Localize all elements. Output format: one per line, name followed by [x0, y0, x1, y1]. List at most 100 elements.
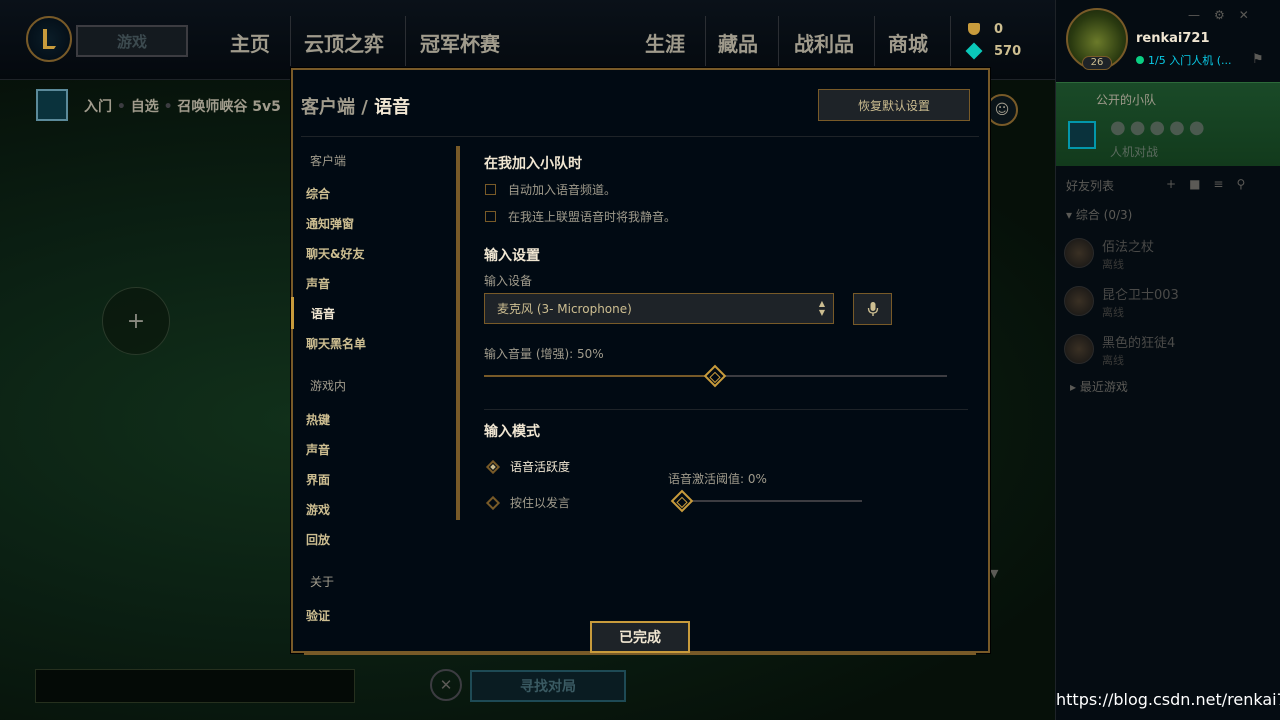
nav-profile[interactable]: 生涯 — [645, 28, 685, 57]
checkbox-box[interactable] — [485, 211, 496, 222]
title-current: 语音 — [374, 97, 411, 118]
friends-social-icon[interactable]: ☺ — [986, 94, 1018, 126]
sidebar-item-hotkeys[interactable]: 热键 — [306, 411, 330, 428]
mute-on-connect-checkbox[interactable]: 在我连上联盟语音时将我静音。 — [485, 208, 676, 225]
sidebar-item-replays[interactable]: 回放 — [306, 531, 330, 548]
nav-clash[interactable]: 冠军杯赛 — [420, 28, 500, 57]
nav-home[interactable]: 主页 — [230, 28, 270, 57]
status-text: 1/5 入门人机 (... — [1148, 54, 1232, 67]
friend-name: 黑色的狂徒4 — [1102, 336, 1176, 351]
microphone-test-button[interactable] — [853, 293, 892, 325]
sidebar-item-interface[interactable]: 界面 — [306, 471, 330, 488]
search-icon[interactable]: ⚲ — [1236, 177, 1258, 191]
sidebar-item-game[interactable]: 游戏 — [306, 501, 330, 518]
friends-list-title: 好友列表 — [1066, 179, 1115, 193]
nav-tft[interactable]: 云顶之弈 — [304, 28, 384, 57]
section-heading-input: 输入设置 — [484, 248, 540, 264]
sidebar-item-chat-friends[interactable]: 聊天&好友 — [306, 245, 364, 262]
auto-join-voice-checkbox[interactable]: 自动加入语音频道。 — [485, 181, 616, 198]
close-window-icon[interactable]: ✕ — [1239, 8, 1263, 22]
find-match-button[interactable]: 寻找对局 — [470, 670, 626, 702]
invite-slot-plus-icon[interactable]: + — [102, 287, 170, 355]
slider-fill — [484, 375, 716, 377]
slider-track — [674, 500, 862, 502]
currency-display[interactable]: 0 570 — [965, 18, 1022, 62]
watermark: https://blog.csdn.net/renkai721 — [1056, 690, 1280, 709]
slider-thumb[interactable] — [703, 364, 727, 388]
radio-label: 语音活跃度 — [510, 460, 571, 474]
rp-amount: 570 — [994, 43, 1022, 59]
dropdown-value: 麦克风 (3- Microphone) — [497, 302, 632, 316]
input-device-label: 输入设备 — [484, 274, 533, 288]
play-button[interactable]: 游戏 — [76, 25, 188, 57]
minimize-icon[interactable]: — — [1188, 8, 1214, 22]
find-match-group: ✕ 寻找对局 — [430, 667, 626, 705]
nav-collection[interactable]: 藏品 — [718, 28, 758, 57]
nav-store[interactable]: 商城 — [888, 28, 928, 57]
list-view-icon[interactable]: ≡ — [1213, 177, 1236, 191]
friend-group-header[interactable]: ▾ 综合 (0/3) — [1066, 206, 1132, 223]
friend-row[interactable]: 佰法之杖 离线 — [1062, 234, 1272, 278]
breadcrumb-item: 召唤师峡谷 5v5 — [177, 99, 281, 115]
slider-thumb[interactable] — [670, 489, 694, 513]
radio-label: 按住以发言 — [510, 496, 571, 510]
done-button[interactable]: 已完成 — [590, 621, 690, 653]
lobby-chat-input[interactable] — [35, 669, 355, 703]
sidebar-item-sound[interactable]: 声音 — [306, 275, 330, 292]
recent-games-header[interactable]: ▸ 最近游戏 — [1070, 378, 1128, 395]
sidebar-item-voice[interactable]: 语音 — [311, 305, 335, 322]
sidebar-item-verification[interactable]: 验证 — [306, 607, 330, 624]
friend-row[interactable]: 黑色的狂徒4 离线 — [1062, 330, 1272, 374]
close-icon[interactable]: ✕ — [430, 669, 462, 701]
friend-status: 离线 — [1102, 354, 1124, 367]
queue-map-icon — [36, 89, 68, 121]
nav-loot[interactable]: 战利品 — [794, 28, 854, 57]
party-panel[interactable]: 公开的小队 ●●●●● 人机对战 — [1056, 82, 1280, 166]
activation-threshold-label: 语音激活阈值: 0% — [668, 472, 767, 486]
friend-status: 离线 — [1102, 258, 1124, 271]
dialog-title: 客户端 / 语音 — [301, 93, 410, 119]
league-logo-icon[interactable] — [26, 16, 72, 62]
notification-bell-icon[interactable]: ⚑ — [1252, 52, 1264, 67]
activation-threshold-slider[interactable] — [670, 489, 862, 513]
friend-avatar — [1064, 286, 1094, 316]
checkbox-box[interactable] — [485, 184, 496, 195]
add-folder-icon[interactable]: ■ — [1189, 177, 1213, 191]
nav-divider — [874, 16, 875, 66]
divider — [301, 136, 979, 137]
sidebar-item-block-list[interactable]: 聊天黑名单 — [306, 335, 366, 352]
nav-divider — [290, 16, 291, 66]
friend-row[interactable]: 昆仑卫士003 离线 — [1062, 282, 1272, 326]
sidebar-scrollbar[interactable] — [456, 146, 460, 520]
push-to-talk-radio[interactable]: 按住以发言 — [485, 494, 571, 511]
input-volume-label: 输入音量 (增强): 50% — [484, 347, 604, 361]
nav-divider — [405, 16, 406, 66]
sidebar-header-ingame: 游戏内 — [310, 379, 347, 393]
breadcrumb: 入门 • 自选 • 召唤师峡谷 5v5 — [84, 99, 281, 115]
nav-divider — [705, 16, 706, 66]
party-member-slots: ●●●●● — [1110, 117, 1209, 138]
input-volume-slider[interactable] — [484, 364, 947, 388]
settings-dialog — [291, 68, 990, 653]
radio-diamond-icon — [485, 459, 501, 474]
friends-toolbar: +■≡⚲ — [1166, 177, 1258, 191]
divider — [484, 409, 968, 410]
recent-games-label: 最近游戏 — [1079, 380, 1128, 394]
summoner-status[interactable]: 1/5 入门人机 (... — [1136, 52, 1256, 68]
input-device-dropdown[interactable]: 麦克风 (3- Microphone) ▲ ▼ — [484, 293, 834, 324]
sidebar-item-general[interactable]: 综合 — [306, 185, 330, 202]
section-heading-party: 在我加入小队时 — [484, 156, 582, 172]
add-friend-icon[interactable]: + — [1166, 177, 1189, 191]
party-title: 公开的小队 — [1096, 93, 1157, 107]
dropdown-arrows-icon: ▲ ▼ — [818, 299, 825, 317]
friend-name: 佰法之杖 — [1102, 240, 1155, 255]
settings-gear-icon[interactable]: ⚙ — [1214, 8, 1239, 22]
voice-activity-radio[interactable]: 语音活跃度 — [485, 458, 571, 475]
online-dot-icon — [1136, 56, 1144, 64]
friend-avatar — [1064, 334, 1094, 364]
chevron-down-icon[interactable]: ▼ — [990, 567, 998, 580]
sidebar-item-ingame-sound[interactable]: 声音 — [306, 441, 330, 458]
breadcrumb-item: 入门 — [84, 99, 112, 115]
sidebar-item-notifications[interactable]: 通知弹窗 — [306, 215, 354, 232]
restore-defaults-button[interactable]: 恢复默认设置 — [818, 89, 970, 121]
